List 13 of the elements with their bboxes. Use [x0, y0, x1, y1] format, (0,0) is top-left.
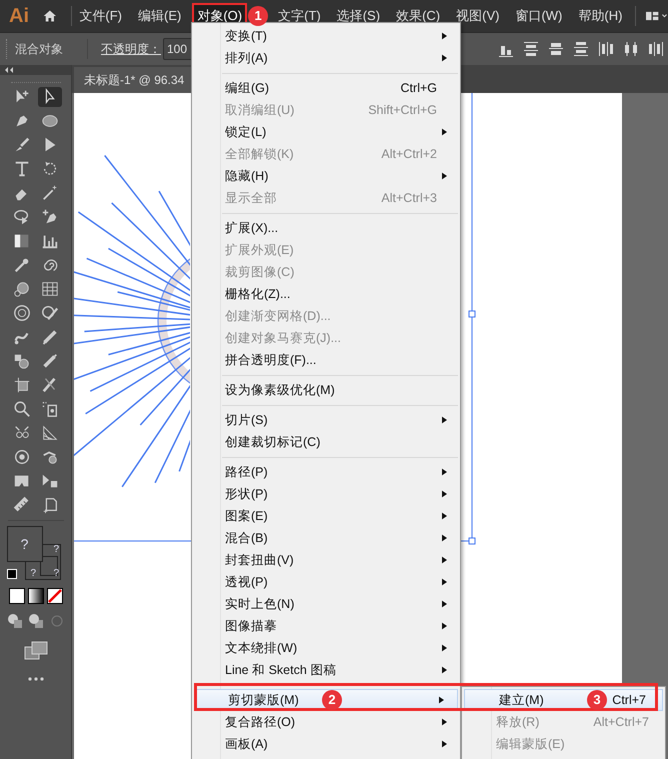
fill-mark: ?	[20, 534, 28, 554]
shortcut-label: Alt+Ctrl+7	[593, 714, 649, 731]
shortcut-label: Ctrl+7	[612, 692, 646, 709]
shortcut-label: Shift+Ctrl+G	[368, 102, 437, 119]
stroke-mark: ?	[54, 568, 60, 580]
stroke-mark: ?	[30, 568, 36, 580]
selection-type-label: 混合对象	[15, 41, 63, 58]
shortcut-label: Ctrl+G	[400, 80, 437, 97]
app-logo: Ai	[9, 4, 29, 29]
shortcut-label: Alt+Ctrl+3	[381, 190, 437, 207]
shortcut-label: Alt+Ctrl+2	[381, 146, 437, 163]
stroke-mark: ?	[54, 544, 60, 556]
step-number-badge: 1	[248, 6, 268, 26]
